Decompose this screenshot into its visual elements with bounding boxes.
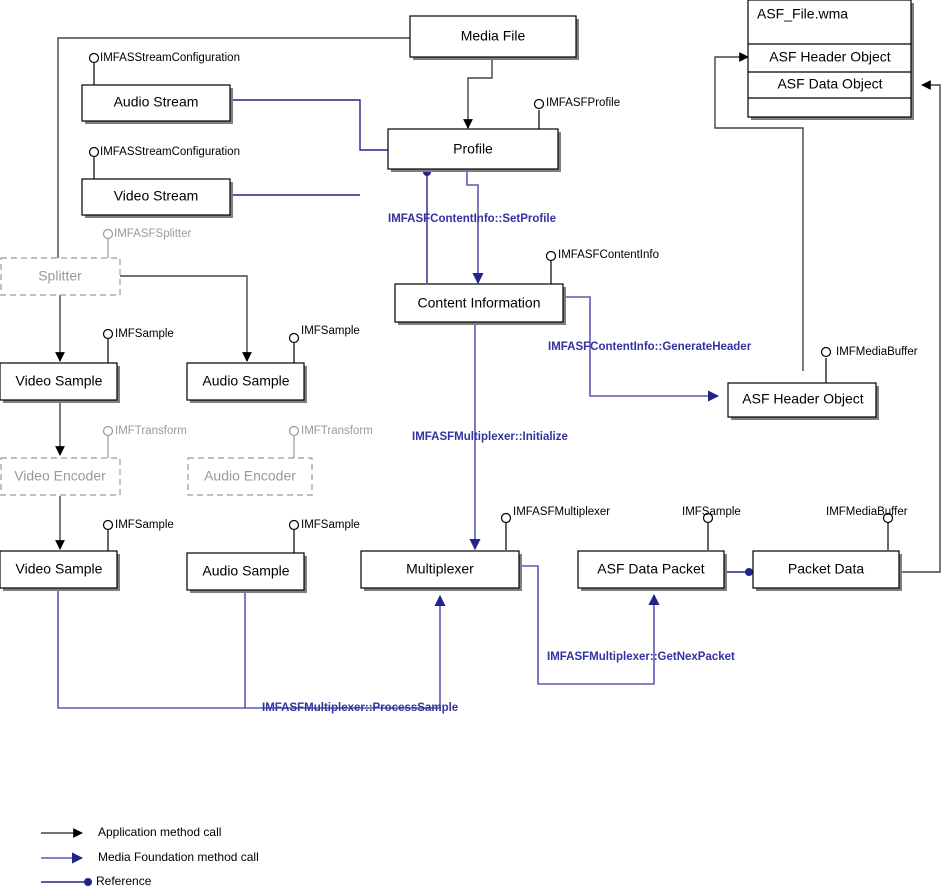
lollipop-packet-data: IMFMediaBuffer [826, 506, 908, 550]
legend-label-application: Application method call [98, 825, 221, 839]
iface-label-content-info: IMFASFContentInfo [558, 249, 659, 261]
box-label-video-sample-1: Video Sample [16, 373, 103, 389]
box-content-information[interactable]: Content Information [394, 283, 566, 325]
lollipop-audio-sample-2: IMFSample [288, 519, 360, 554]
lollipop-audio-encoder: IMFTransform [288, 425, 373, 458]
architecture-diagram: IMFASStreamConfiguration IMFASStreamConf… [0, 0, 941, 888]
iface-label-asf-data-packet: IMFSample [682, 506, 741, 518]
label-get-next-packet: IMFASFMultiplexer::GetNexPacket [547, 651, 735, 663]
wire-samples-to-multiplexer [57, 589, 446, 709]
asf-file-row-data: ASF Data Object [777, 76, 882, 92]
legend-label-reference: Reference [96, 874, 152, 888]
asf-file-name: ASF_File.wma [757, 6, 848, 22]
asf-file-row-header: ASF Header Object [769, 49, 890, 65]
wire-packet-data-to-asf-data-object [900, 80, 941, 573]
iface-label-audio-sample-2: IMFSample [301, 519, 360, 531]
box-label-audio-encoder: Audio Encoder [204, 468, 296, 484]
legend-item-reference: Reference [41, 874, 152, 888]
box-audio-sample-1[interactable]: Audio Sample [186, 362, 307, 403]
wire-splitter-to-audio-sample [120, 275, 252, 362]
lollipop-splitter: IMFASFSplitter [102, 228, 191, 259]
diagram-canvas: IMFASStreamConfiguration IMFASStreamConf… [0, 0, 942, 891]
iface-label-video-sample-2: IMFSample [115, 519, 174, 531]
legend-item-media-foundation-method-call: Media Foundation method call [41, 850, 259, 864]
box-video-sample-2[interactable]: Video Sample [0, 550, 120, 591]
box-label-video-stream: Video Stream [114, 188, 199, 204]
box-audio-stream[interactable]: Audio Stream [81, 84, 233, 124]
box-label-content-information: Content Information [418, 295, 541, 311]
box-asf-data-packet[interactable]: ASF Data Packet [577, 550, 727, 591]
label-process-sample: IMFASFMultiplexer::ProcessSample [262, 702, 458, 714]
iface-label-audio-sample-1: IMFSample [301, 325, 360, 337]
iface-label-video-sample-1: IMFSample [115, 328, 174, 340]
box-label-audio-sample-2: Audio Sample [202, 563, 289, 579]
lollipop-video-sample-2: IMFSample [102, 519, 174, 552]
legend: Application method call Media Foundation… [41, 825, 259, 888]
iface-label-video-encoder: IMFTransform [115, 425, 187, 437]
box-video-sample-1[interactable]: Video Sample [0, 362, 120, 403]
label-generate-header: IMFASFContentInfo::GenerateHeader [548, 341, 752, 353]
box-label-profile: Profile [453, 141, 493, 157]
box-audio-sample-2[interactable]: Audio Sample [186, 552, 307, 593]
box-video-encoder[interactable]: Video Encoder [0, 457, 121, 496]
lollipop-profile: IMFASFProfile [533, 97, 620, 129]
box-packet-data[interactable]: Packet Data [752, 550, 902, 591]
box-profile[interactable]: Profile [387, 128, 561, 172]
lollipop-video-sample-1: IMFSample [102, 328, 174, 364]
box-label-media-file: Media File [461, 28, 526, 44]
box-label-video-sample-2: Video Sample [16, 561, 103, 577]
label-set-profile: IMFASFContentInfo::SetProfile [388, 213, 556, 225]
label-initialize: IMFASFMultiplexer::Initialize [412, 431, 568, 443]
iface-label-splitter: IMFASFSplitter [114, 228, 191, 240]
lollipop-audio-stream-config: IMFASStreamConfiguration [88, 52, 240, 85]
lollipop-audio-sample-1: IMFSample [288, 325, 360, 364]
legend-item-application-method-call: Application method call [41, 825, 221, 839]
iface-label-multiplexer: IMFASFMultiplexer [513, 506, 610, 518]
wire-audio-stream-ref-profile [229, 99, 388, 151]
box-splitter[interactable]: Splitter [0, 257, 121, 296]
iface-label-video-stream-config: IMFASStreamConfiguration [100, 146, 240, 158]
lollipop-asf-header-object: IMFMediaBuffer [820, 346, 918, 383]
box-label-packet-data: Packet Data [788, 561, 864, 577]
lollipop-asf-data-packet: IMFSample [682, 506, 741, 550]
box-label-audio-stream: Audio Stream [114, 94, 199, 110]
asf-file-container[interactable]: ASF_File.wma ASF Header Object ASF Data … [747, 0, 914, 120]
box-audio-encoder[interactable]: Audio Encoder [187, 457, 313, 496]
iface-label-audio-stream-config: IMFASStreamConfiguration [100, 52, 240, 64]
legend-dot-reference [84, 878, 92, 886]
lollipop-content-info: IMFASFContentInfo [545, 249, 659, 284]
iface-label-audio-encoder: IMFTransform [301, 425, 373, 437]
iface-label-profile: IMFASFProfile [546, 97, 620, 109]
box-label-asf-data-packet: ASF Data Packet [597, 561, 704, 577]
ref-dot-packet-data [745, 568, 753, 576]
lollipop-multiplexer: IMFASFMultiplexer [500, 506, 610, 550]
lollipop-video-stream-config: IMFASStreamConfiguration [88, 146, 240, 179]
wire-profile-to-content-info [466, 172, 484, 285]
box-label-splitter: Splitter [38, 268, 82, 284]
iface-label-packet-data: IMFMediaBuffer [826, 506, 908, 518]
legend-label-media-foundation: Media Foundation method call [98, 850, 259, 864]
box-asf-header-object[interactable]: ASF Header Object [727, 382, 879, 420]
wire-mediafile-to-profile [463, 60, 493, 129]
box-video-stream[interactable]: Video Stream [81, 178, 233, 218]
box-multiplexer[interactable]: Multiplexer [360, 550, 522, 591]
lollipop-video-encoder: IMFTransform [102, 425, 187, 458]
box-label-asf-header-object: ASF Header Object [742, 391, 863, 407]
iface-label-asf-header-object: IMFMediaBuffer [836, 346, 918, 358]
box-label-video-encoder: Video Encoder [14, 468, 106, 484]
box-label-audio-sample-1: Audio Sample [202, 373, 289, 389]
box-media-file[interactable]: Media File [409, 15, 579, 60]
box-label-multiplexer: Multiplexer [406, 561, 474, 577]
